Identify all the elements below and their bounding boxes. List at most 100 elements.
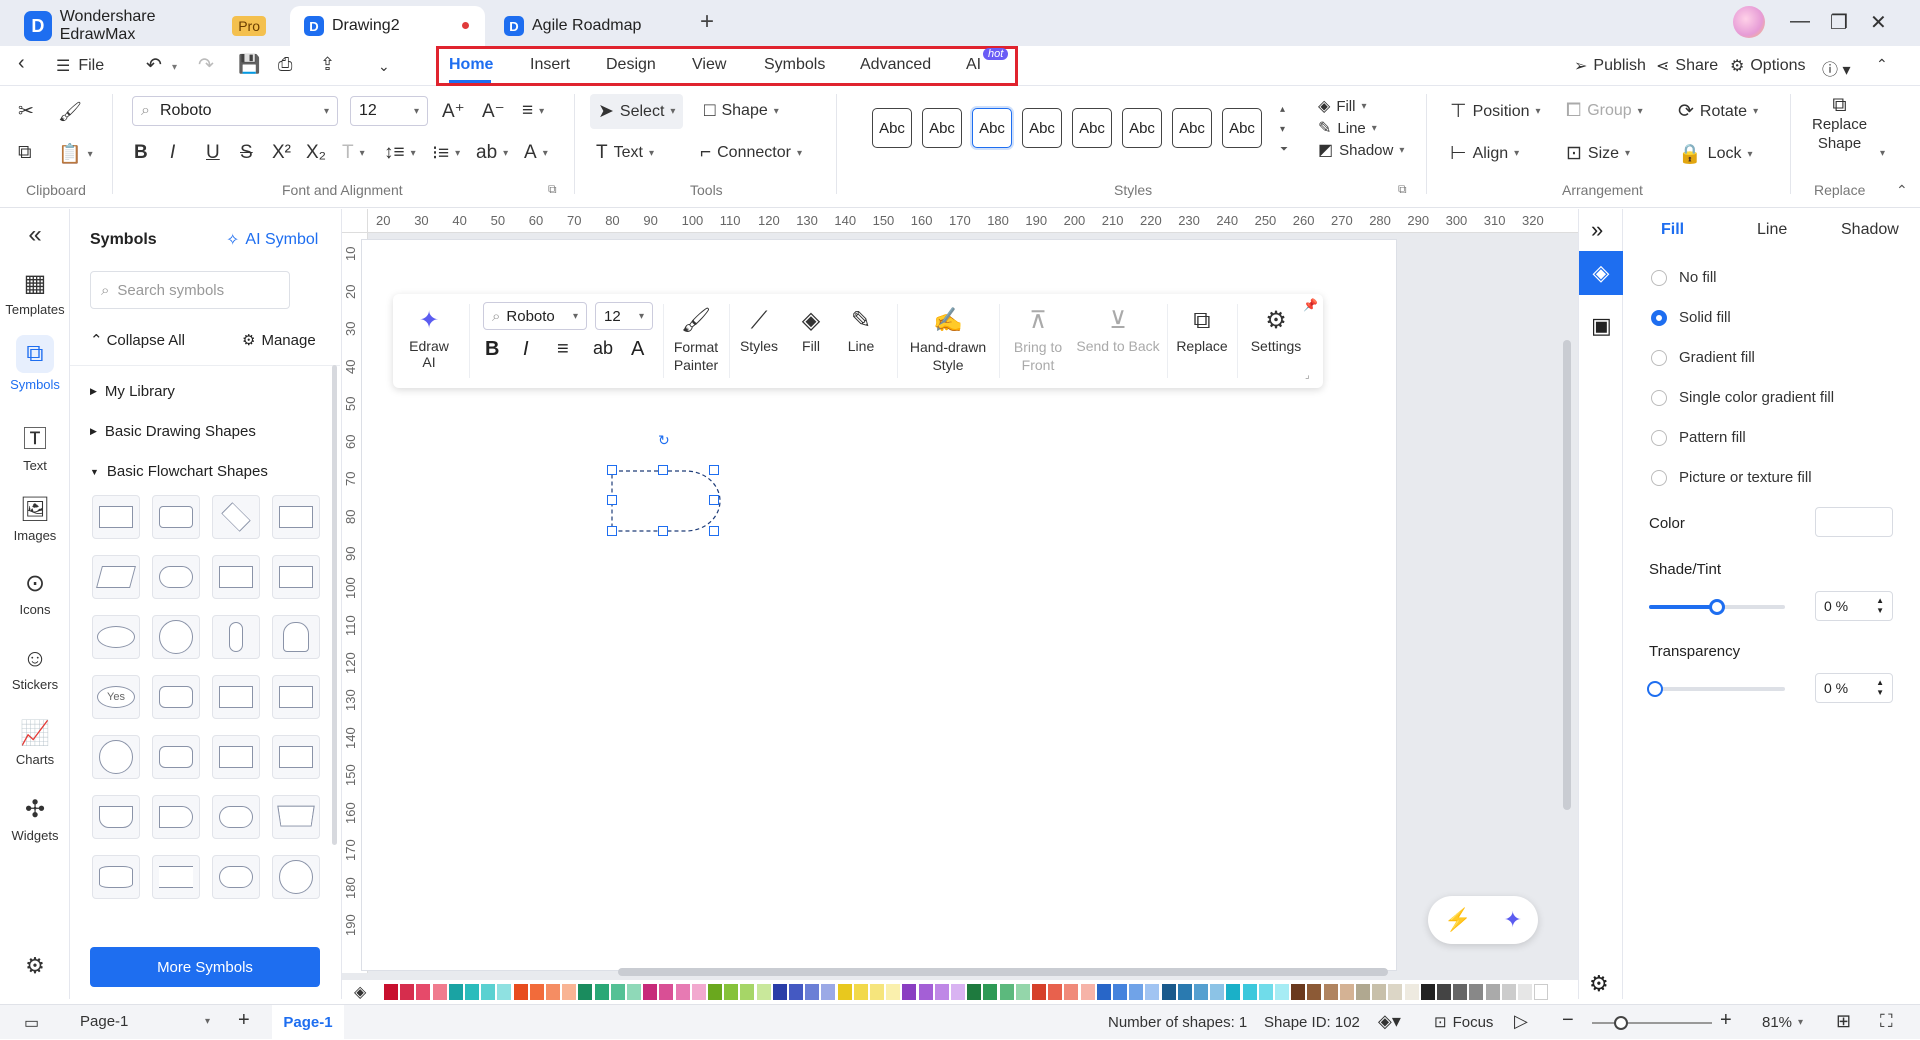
color-swatch[interactable] xyxy=(546,984,560,1000)
color-swatch-picker[interactable] xyxy=(1815,507,1893,537)
resize-handle[interactable] xyxy=(658,526,668,536)
color-swatch[interactable] xyxy=(659,984,674,1000)
tab-insert[interactable]: Insert xyxy=(530,56,570,74)
symbol-shape[interactable]: Yes xyxy=(92,675,140,719)
nav-symbols[interactable]: ⧉ Symbols xyxy=(0,335,70,392)
symbol-shape[interactable] xyxy=(272,735,320,779)
symbol-shape[interactable] xyxy=(152,735,200,779)
tab-symbols[interactable]: Symbols xyxy=(764,56,825,74)
share-button[interactable]: ⋖ Share xyxy=(1656,56,1718,76)
symbol-shape[interactable] xyxy=(212,495,260,539)
color-swatch[interactable] xyxy=(724,984,739,1000)
style-preset-1[interactable]: Abc xyxy=(872,108,912,148)
color-swatch[interactable] xyxy=(1469,984,1484,1000)
page-panel-icon[interactable]: ▭ xyxy=(24,1013,39,1033)
style-preset-8[interactable]: Abc xyxy=(1222,108,1262,148)
color-swatch[interactable] xyxy=(821,984,836,1000)
color-swatch[interactable] xyxy=(837,984,852,1000)
symbol-shape[interactable] xyxy=(92,615,140,659)
collapse-ribbon-icon[interactable]: ⌃ xyxy=(1896,182,1908,199)
float-fill-button[interactable]: ◈ Fill xyxy=(789,304,833,354)
color-swatch[interactable] xyxy=(594,984,609,1000)
options-button[interactable]: ⚙ Options xyxy=(1730,56,1805,76)
nav-charts[interactable]: 📈 Charts xyxy=(0,719,70,767)
collapse-all-button[interactable]: ⌃ Collapse All xyxy=(90,331,185,350)
color-swatch[interactable] xyxy=(1291,984,1306,1000)
color-swatch[interactable] xyxy=(1534,984,1549,1000)
category-basic-drawing-shapes[interactable]: ▶ Basic Drawing Shapes xyxy=(90,423,256,440)
replace-dropdown-icon[interactable]: ▾ xyxy=(1880,148,1885,159)
send-to-back-button[interactable]: ⊻ Send to Back xyxy=(1073,304,1163,354)
hand-drawn-style-button[interactable]: ✍ Hand-drawn Style xyxy=(903,304,993,374)
increase-font-button[interactable]: A⁺ xyxy=(442,100,465,123)
resize-handle[interactable] xyxy=(607,495,617,505)
zoom-select[interactable]: 81% ▾ xyxy=(1762,1014,1803,1031)
symbol-shape[interactable] xyxy=(272,615,320,659)
quick-access-dropdown-icon[interactable]: ⌄ xyxy=(378,58,390,75)
symbol-shape[interactable] xyxy=(212,795,260,839)
shade-value-input[interactable]: 0 % ▲ ▼ xyxy=(1815,591,1893,621)
nav-icons[interactable]: ⊙ Icons xyxy=(0,569,70,617)
radio-picture-fill[interactable]: Picture or texture fill xyxy=(1651,469,1812,486)
float-styles-button[interactable]: ⟋ Styles xyxy=(733,304,785,354)
tab-home[interactable]: Home xyxy=(449,56,493,74)
symbol-shape[interactable] xyxy=(212,615,260,659)
color-swatch[interactable] xyxy=(1113,984,1127,1000)
color-swatch[interactable] xyxy=(1501,984,1516,1000)
symbol-shape[interactable] xyxy=(152,795,200,839)
styles-dialog-launcher-icon[interactable]: ⧉ xyxy=(1398,182,1407,197)
color-swatch[interactable] xyxy=(562,984,577,1000)
color-swatch[interactable] xyxy=(1096,984,1111,1000)
zoom-in-icon[interactable]: + xyxy=(1720,1009,1732,1032)
symbol-shape[interactable] xyxy=(92,735,140,779)
color-swatch[interactable] xyxy=(1307,984,1322,1000)
ai-symbol-button[interactable]: ✧ AI Symbol xyxy=(226,230,318,250)
radio-single-color-gradient[interactable]: Single color gradient fill xyxy=(1651,389,1834,406)
page-select[interactable]: Page-1 ▾ xyxy=(80,1013,210,1030)
group-button[interactable]: ⧠ Group ▾ xyxy=(1566,100,1643,122)
color-swatch[interactable] xyxy=(1388,984,1403,1000)
line-button[interactable]: ✎ Line ▾ xyxy=(1318,118,1377,138)
color-swatch[interactable] xyxy=(789,984,803,1000)
file-menu[interactable]: ☰ File xyxy=(56,56,104,76)
color-swatch[interactable] xyxy=(400,984,415,1000)
symbol-shape[interactable] xyxy=(92,855,140,899)
publish-button[interactable]: ➢ Publish xyxy=(1574,56,1646,76)
ai-magic-wand-icon[interactable]: ⚡ xyxy=(1444,907,1471,933)
line-spacing-button[interactable]: ↕≡ ▾ xyxy=(384,142,416,164)
stepper-icon[interactable]: ▲ ▼ xyxy=(1876,596,1884,616)
play-icon[interactable]: ▷ xyxy=(1514,1011,1528,1032)
category-my-library[interactable]: ▶ My Library xyxy=(90,383,175,400)
resize-handle[interactable] xyxy=(658,465,668,475)
symbol-shape[interactable] xyxy=(152,675,200,719)
expand-panel-icon[interactable]: » xyxy=(1591,217,1603,243)
color-swatch[interactable] xyxy=(1226,984,1241,1000)
color-swatch[interactable] xyxy=(1161,984,1176,1000)
nav-images[interactable]: 🖼 Images xyxy=(0,495,70,543)
color-swatch[interactable] xyxy=(465,984,479,1000)
symbol-shape[interactable] xyxy=(92,555,140,599)
zoom-out-icon[interactable]: − xyxy=(1562,1009,1574,1032)
symbol-shape[interactable] xyxy=(92,795,140,839)
style-preset-3[interactable]: Abc xyxy=(972,108,1012,148)
font-dialog-launcher-icon[interactable]: ⧉ xyxy=(548,182,557,197)
edraw-ai-button[interactable]: ✦ Edraw AI xyxy=(401,304,457,370)
resize-handle[interactable] xyxy=(709,526,719,536)
zoom-slider[interactable] xyxy=(1592,1016,1712,1030)
manage-button[interactable]: ⚙ Manage xyxy=(242,331,316,350)
color-swatch[interactable] xyxy=(416,984,431,1000)
color-swatch[interactable] xyxy=(578,984,593,1000)
color-swatch[interactable] xyxy=(870,984,884,1000)
symbol-shape[interactable] xyxy=(152,855,200,899)
cut-button[interactable]: ✂ xyxy=(18,100,34,123)
font-color-icon[interactable]: A xyxy=(631,338,644,361)
color-swatch[interactable] xyxy=(1145,984,1160,1000)
color-swatch[interactable] xyxy=(610,984,625,1000)
settings-gear-icon[interactable]: ⚙ xyxy=(0,953,70,979)
radio-no-fill[interactable]: No fill xyxy=(1651,269,1717,286)
collapse-panel-icon[interactable]: « xyxy=(0,221,70,249)
italic-icon[interactable]: I xyxy=(523,338,529,361)
tab-agile-roadmap[interactable]: D Agile Roadmap xyxy=(490,6,680,46)
text-case-button[interactable]: ab ▾ xyxy=(476,142,508,164)
resize-handle[interactable] xyxy=(709,495,719,505)
